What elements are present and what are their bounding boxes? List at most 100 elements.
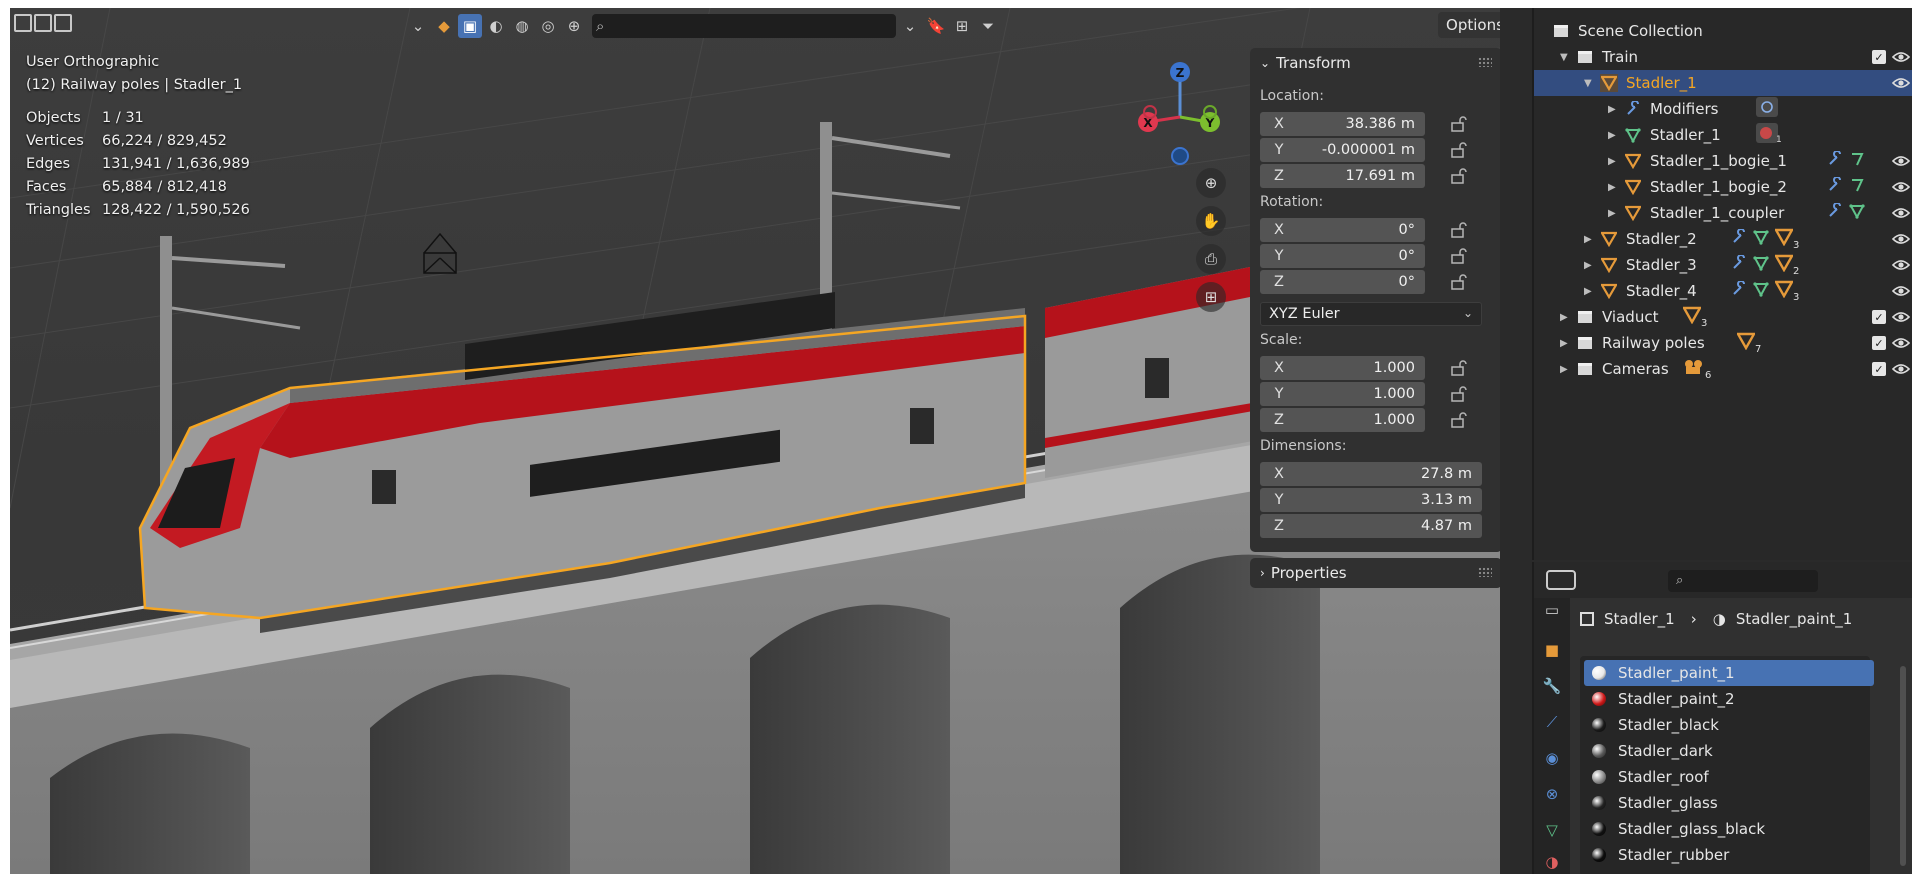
- outliner-railway-poles[interactable]: ▶ Railway poles 7 ✓: [1534, 330, 1912, 356]
- viewport-shading-icon[interactable]: ◐: [484, 14, 508, 38]
- expand-closed-icon[interactable]: ▶: [1608, 104, 1616, 115]
- location-x-field[interactable]: X 38.386 m: [1260, 112, 1425, 136]
- visibility-eye-icon[interactable]: [1891, 232, 1911, 246]
- data-tab-icon[interactable]: ▽: [1540, 818, 1564, 842]
- lock-icon[interactable]: [1450, 412, 1468, 428]
- drag-grip-icon[interactable]: [1478, 57, 1492, 67]
- outliner-stadler-1-mesh[interactable]: ▶ Stadler_1 1: [1534, 122, 1912, 148]
- object-group-icon[interactable]: [1735, 332, 1757, 354]
- expand-closed-icon[interactable]: ▶: [1608, 208, 1616, 219]
- mesh-data-icon[interactable]: [1753, 229, 1769, 249]
- material-slot[interactable]: Stadler_paint_2: [1584, 686, 1874, 712]
- select-mode-buttons[interactable]: [14, 14, 72, 32]
- dimensions-x-field[interactable]: X 27.8 m: [1260, 462, 1482, 486]
- expand-closed-icon[interactable]: ▶: [1584, 286, 1592, 297]
- material-slot[interactable]: Stadler_glass_black: [1584, 816, 1874, 842]
- dropdown-icon[interactable]: ⌄: [898, 14, 922, 38]
- navigation-gizmo[interactable]: Z Y X: [1130, 52, 1230, 172]
- material-slot[interactable]: Stadler_black: [1584, 712, 1874, 738]
- visibility-eye-icon[interactable]: [1891, 258, 1911, 272]
- physics-tab-icon[interactable]: ◉: [1540, 746, 1564, 770]
- material-slot-list[interactable]: Stadler_paint_1 Stadler_paint_2 Stadler_bl…: [1580, 656, 1874, 874]
- expand-open-icon[interactable]: ▼: [1560, 52, 1568, 63]
- drag-grip-icon[interactable]: [1478, 567, 1492, 577]
- solid-shading-active-icon[interactable]: ▣: [458, 14, 482, 38]
- outliner-scene-collection[interactable]: Scene Collection: [1534, 18, 1912, 44]
- expand-open-icon[interactable]: ▼: [1584, 78, 1592, 89]
- camera-group-icon[interactable]: [1683, 358, 1705, 380]
- material-slot[interactable]: Stadler_dark: [1584, 738, 1874, 764]
- visibility-eye-icon[interactable]: [1891, 336, 1911, 350]
- select-subtract-icon[interactable]: [54, 14, 72, 32]
- material-slot[interactable]: Stadler_paint_1: [1584, 660, 1874, 686]
- expand-closed-icon[interactable]: ▶: [1560, 338, 1568, 349]
- outliner-viaduct[interactable]: ▶ Viaduct 3 ✓: [1534, 304, 1912, 330]
- visibility-eye-icon[interactable]: [1891, 310, 1911, 324]
- 3d-viewport[interactable]: ⌄ ◆ ▣ ◐ ◍ ◎ ⊕ ⌕ ⌄ 🔖 ⊞ ⏷ Options ⌄ User O…: [10, 8, 1500, 874]
- object-tab-icon[interactable]: ■: [1540, 638, 1564, 662]
- expand-closed-icon[interactable]: ▶: [1584, 234, 1592, 245]
- wrench-icon[interactable]: [1731, 280, 1747, 301]
- object-group-icon[interactable]: [1773, 280, 1795, 302]
- transform-panel-header[interactable]: ⌄ Transform: [1250, 48, 1500, 78]
- mesh-data-icon[interactable]: [1753, 281, 1769, 301]
- expand-closed-icon[interactable]: ▶: [1608, 130, 1616, 141]
- vertex-group-icon[interactable]: [1849, 177, 1865, 197]
- outliner-train[interactable]: ▼ Train ✓: [1534, 44, 1912, 70]
- wrench-icon[interactable]: [1827, 176, 1843, 197]
- wrench-icon[interactable]: [1731, 254, 1747, 275]
- visibility-eye-icon[interactable]: [1891, 284, 1911, 298]
- lock-icon[interactable]: [1450, 360, 1468, 376]
- exclude-checkbox[interactable]: ✓: [1872, 362, 1886, 376]
- outliner-stadler-1-bogie-1[interactable]: ▶ Stadler_1_bogie_1: [1534, 148, 1912, 174]
- object-group-icon[interactable]: [1773, 228, 1795, 250]
- dimensions-y-field[interactable]: Y 3.13 m: [1260, 488, 1482, 512]
- visibility-eye-icon[interactable]: [1891, 206, 1911, 220]
- scale-z-field[interactable]: Z 1.000: [1260, 408, 1425, 432]
- select-extend-icon[interactable]: [34, 14, 52, 32]
- object-type-visibility-icon[interactable]: ◆: [432, 14, 456, 38]
- vertex-group-icon[interactable]: [1849, 151, 1865, 171]
- lock-icon[interactable]: [1450, 274, 1468, 290]
- visibility-eye-icon[interactable]: [1891, 154, 1911, 168]
- outliner-stadler-2[interactable]: ▶ Stadler_2 3: [1534, 226, 1912, 252]
- zoom-icon[interactable]: ⊕: [1196, 168, 1226, 198]
- location-z-field[interactable]: Z 17.691 m: [1260, 164, 1425, 188]
- lock-icon[interactable]: [1450, 248, 1468, 264]
- filter-icon[interactable]: ⏷: [976, 14, 1000, 38]
- location-y-field[interactable]: Y -0.000001 m: [1260, 138, 1425, 162]
- mesh-data-icon[interactable]: [1753, 255, 1769, 275]
- wrench-icon[interactable]: [1731, 228, 1747, 249]
- outliner-cameras[interactable]: ▶ Cameras 6 ✓: [1534, 356, 1912, 382]
- object-group-icon[interactable]: [1681, 306, 1703, 328]
- modifier-badge-icon[interactable]: [1756, 97, 1778, 121]
- expand-closed-icon[interactable]: ▶: [1584, 260, 1592, 271]
- chevron-down-icon[interactable]: ⌄: [406, 14, 430, 38]
- scale-y-field[interactable]: Y 1.000: [1260, 382, 1425, 406]
- editor-type-icon[interactable]: [1546, 570, 1576, 590]
- expand-closed-icon[interactable]: ▶: [1608, 156, 1616, 167]
- exclude-checkbox[interactable]: ✓: [1872, 50, 1886, 64]
- outliner-stadler-1[interactable]: ▼ Stadler_1: [1534, 70, 1912, 96]
- material-badge-icon[interactable]: [1756, 123, 1778, 147]
- overlay-icon[interactable]: ◍: [510, 14, 534, 38]
- visibility-eye-icon[interactable]: [1891, 76, 1911, 90]
- constraints-tab-icon[interactable]: ⊗: [1540, 782, 1564, 806]
- render-preview-icon[interactable]: ⊕: [562, 14, 586, 38]
- particles-tab-icon[interactable]: ⟋: [1540, 710, 1564, 734]
- view-layout-icon[interactable]: ⊞: [950, 14, 974, 38]
- properties-search-field[interactable]: ⌕: [1668, 570, 1818, 592]
- lock-icon[interactable]: [1450, 168, 1468, 184]
- exclude-checkbox[interactable]: ✓: [1872, 310, 1886, 324]
- options-dropdown[interactable]: Options ⌄: [1438, 12, 1500, 38]
- outliner-stadler-3[interactable]: ▶ Stadler_3 2: [1534, 252, 1912, 278]
- mesh-data-icon[interactable]: [1849, 203, 1865, 223]
- scale-x-field[interactable]: X 1.000: [1260, 356, 1425, 380]
- viewport-search-input[interactable]: [608, 18, 879, 34]
- exclude-checkbox[interactable]: ✓: [1872, 336, 1886, 350]
- perspective-grid-icon[interactable]: ⊞: [1196, 282, 1226, 312]
- material-slot[interactable]: Stadler_glass: [1584, 790, 1874, 816]
- pan-hand-icon[interactable]: ✋: [1196, 206, 1226, 236]
- visibility-eye-icon[interactable]: [1891, 50, 1911, 64]
- scene-tab-icon[interactable]: ▭: [1540, 598, 1564, 622]
